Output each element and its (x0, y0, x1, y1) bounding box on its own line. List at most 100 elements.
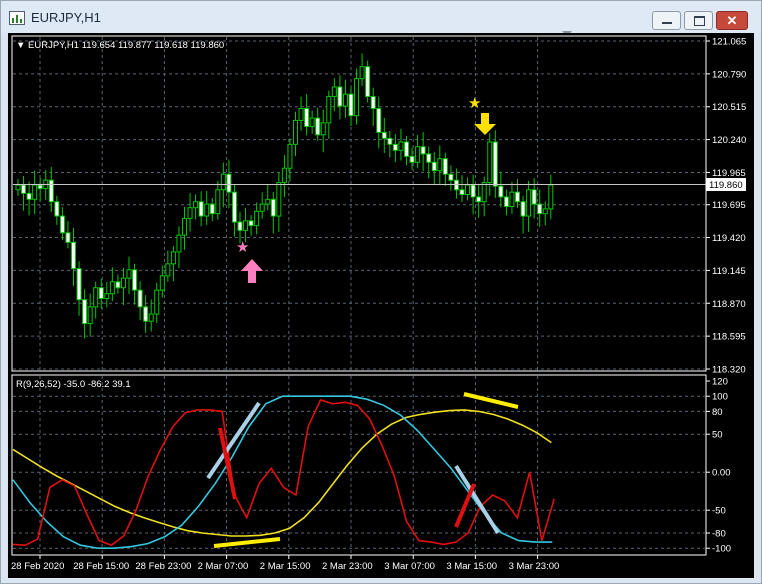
pink-up-arrow-icon (241, 259, 263, 283)
candle-body (176, 234, 182, 253)
candle-body (137, 289, 143, 308)
candle-body (237, 221, 243, 231)
maximize-button[interactable] (684, 11, 713, 30)
candle-body (243, 220, 249, 231)
candle-body (415, 146, 421, 163)
price-chart-header: ▼ EURJPY,H1 119.654 119.877 119.618 119.… (16, 40, 224, 51)
candle-body (298, 108, 304, 121)
candle-body (159, 275, 165, 291)
candle-body (309, 117, 315, 127)
candle-body (354, 78, 360, 117)
candle-body (15, 184, 21, 191)
candle-body (220, 173, 226, 191)
candle-body (254, 210, 260, 227)
candle-body (132, 269, 138, 291)
candle-body (492, 141, 498, 187)
candle-body (259, 203, 265, 212)
candle-body (359, 66, 365, 80)
blue-trend-annotation-1 (206, 401, 261, 480)
candle-body (198, 201, 204, 217)
candle-body (104, 293, 110, 300)
candle-body (37, 184, 43, 190)
close-icon: ✕ (726, 13, 738, 28)
candle-body (503, 196, 509, 207)
candle-body (143, 306, 149, 322)
minimize-button[interactable] (652, 11, 681, 30)
candle-body (465, 184, 471, 196)
candle-body (265, 198, 271, 205)
price-axis-label: 119.420 (712, 233, 746, 244)
candle-body (293, 119, 298, 145)
price-axis-label: 119.965 (712, 168, 746, 179)
time-axis-label: 2 Mar 15:00 (260, 561, 311, 572)
candle-body (93, 287, 99, 308)
candle-body (320, 122, 326, 136)
candle-body (32, 184, 38, 200)
candle-body (209, 203, 215, 215)
time-axis-label: 2 Mar 23:00 (322, 561, 373, 572)
candle-body (365, 66, 371, 98)
candle-body (182, 217, 187, 236)
current-price-label: 119.860 (709, 180, 743, 191)
candle-body (187, 207, 193, 219)
time-axis-label: 3 Mar 23:00 (509, 561, 560, 572)
candle-body (82, 299, 88, 325)
level-axis-label: -100 (712, 544, 731, 555)
candle-body (231, 191, 237, 223)
level-axis-label: 100 (712, 392, 728, 403)
candle-body (548, 184, 554, 210)
candle-body (515, 191, 520, 203)
candle-body (520, 201, 526, 217)
candle-body (204, 203, 210, 217)
yellow-trend-annotation-2 (463, 392, 519, 409)
candle-body (537, 203, 543, 215)
candle-body (326, 96, 332, 124)
price-grid (13, 37, 706, 370)
candle-body (215, 189, 221, 215)
candle-body (370, 96, 376, 110)
chart-window: EURJPY,H1 ✕ 121.065 120.790 120.515 120.240… (0, 0, 762, 584)
candle-body (542, 208, 548, 215)
candle-body (476, 196, 482, 203)
yellow-star-icon: ★ (468, 94, 481, 112)
level-axis-label: 0.00 (712, 468, 731, 479)
candle-body (420, 146, 426, 155)
candle-body (98, 287, 104, 300)
time-axis-label: 3 Mar 15:00 (446, 561, 497, 572)
candle-body (376, 108, 382, 133)
candle-body (470, 184, 476, 198)
close-button[interactable]: ✕ (716, 11, 748, 30)
candle-body (170, 251, 176, 265)
candle-body (281, 167, 287, 184)
candle-body (54, 201, 60, 217)
indicator-panel-frame (11, 374, 707, 556)
candle-body (59, 215, 65, 234)
candle-body (387, 137, 393, 145)
candle-body (126, 269, 132, 279)
candle-body (348, 93, 354, 117)
candle-body (404, 141, 409, 157)
candle-body (342, 93, 348, 107)
candle-body (270, 198, 276, 217)
candle-body (109, 281, 115, 295)
candle-body (120, 277, 126, 289)
candle-body (193, 201, 199, 209)
price-axis[interactable]: 121.065 120.790 120.515 120.240 119.965 119.6… (706, 37, 746, 376)
time-axis-label: 28 Feb 2020 (11, 561, 64, 572)
candle-body (48, 179, 54, 203)
candle-body (276, 182, 282, 217)
candle-body (448, 173, 454, 181)
chart-area[interactable]: 121.065 120.790 120.515 120.240 119.965 119.6… (8, 33, 754, 578)
level-axis-label: 80 (712, 407, 723, 418)
chart-canvas[interactable]: 121.065 120.790 120.515 120.240 119.965 119.6… (8, 33, 754, 578)
candle-body (487, 141, 493, 184)
yellow-down-arrow-icon (474, 113, 496, 135)
price-axis-label: 118.320 (712, 365, 746, 376)
candle-body (165, 263, 171, 277)
title-bar[interactable]: EURJPY,H1 ✕ (1, 1, 761, 33)
price-axis-label: 120.790 (712, 69, 746, 80)
time-axis[interactable]: 28 Feb 2020 28 Feb 15:00 28 Feb 23:00 2 Mar… (11, 555, 559, 572)
indicator-axis[interactable]: 120 100 80 50 0.00 -50 -80 -100 (706, 377, 731, 555)
candle-body (431, 161, 437, 172)
candle-body (398, 141, 404, 151)
